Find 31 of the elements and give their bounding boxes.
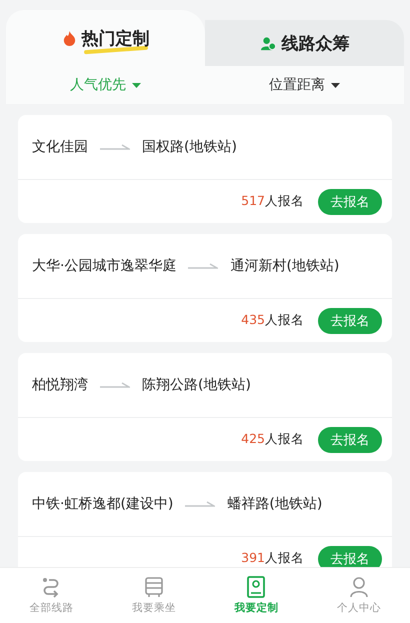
signup-count: 425人报名 xyxy=(241,431,304,448)
destination-text: 陈翔公路(地铁站) xyxy=(142,376,251,394)
destination-text: 国权路(地铁站) xyxy=(142,138,237,156)
destination-text: 通河新村(地铁站) xyxy=(230,257,340,275)
signup-button[interactable]: 去报名 xyxy=(318,546,382,567)
signup-count: 435人报名 xyxy=(241,312,304,329)
sort-dropdown[interactable]: 人气优先 xyxy=(6,66,205,104)
caret-icon xyxy=(331,82,340,88)
tab[interactable]: 线路众筹 xyxy=(205,20,404,66)
nav-item[interactable]: 我要定制 xyxy=(205,568,308,623)
destination-text: 蟠祥路(地铁站) xyxy=(227,495,322,513)
sort-dropdown[interactable]: 位置距离 xyxy=(205,66,404,104)
caret-icon xyxy=(132,82,141,88)
nav-item[interactable]: 个人中心 xyxy=(308,568,410,623)
signup-button[interactable]: 去报名 xyxy=(318,426,382,452)
nav-item[interactable]: 我要乘坐 xyxy=(102,568,205,623)
bus-icon xyxy=(142,576,165,598)
origin-text: 中铁·虹桥逸都(建设中) xyxy=(32,495,174,513)
signup-button[interactable]: 去报名 xyxy=(318,308,382,334)
origin-text: 大华·公园城市逸翠华庭 xyxy=(32,257,176,275)
person-icon xyxy=(348,576,370,598)
flame-icon xyxy=(62,30,76,46)
signup-button[interactable]: 去报名 xyxy=(318,188,382,214)
people-icon xyxy=(260,36,276,50)
origin-text: 文化佳园 xyxy=(32,138,88,156)
signup-count: 391人报名 xyxy=(241,550,304,567)
origin-text: 柏悦翔湾 xyxy=(32,376,88,394)
signup-count: 517人报名 xyxy=(241,193,304,210)
nav-item[interactable]: 全部线路 xyxy=(0,568,102,623)
tab[interactable]: 热门定制 xyxy=(6,10,205,66)
book-icon xyxy=(245,576,268,598)
